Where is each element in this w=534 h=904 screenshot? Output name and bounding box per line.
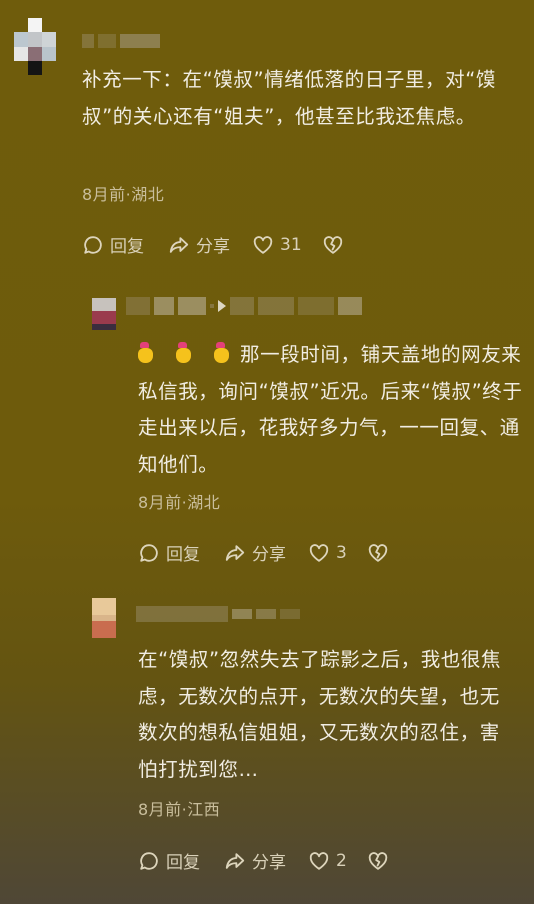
share-label: 分享: [252, 853, 286, 873]
share-label: 分享: [196, 237, 230, 257]
username[interactable]: [82, 34, 160, 48]
share-icon: [225, 852, 245, 869]
heart-icon: [253, 235, 273, 254]
username[interactable]: [126, 297, 362, 315]
reply-button[interactable]: 回复: [82, 232, 144, 257]
heart-icon: [309, 851, 329, 870]
reply-label: 回复: [110, 237, 144, 257]
broken-heart-icon: [368, 543, 387, 562]
comment-text: 补充一下：在“馍叔”情绪低落的日子里，对“馍叔”的关心还有“姐夫”，他甚至比我还…: [82, 68, 497, 128]
share-button[interactable]: 分享: [224, 848, 286, 873]
comment-text: 在“馍叔”忽然失去了踪影之后，我也很焦虑，无数次的点开，无数次的失望，也无数次的…: [138, 648, 502, 781]
broken-heart-icon: [368, 851, 387, 870]
heart-icon: [309, 543, 329, 562]
reply-icon: [84, 235, 102, 254]
dislike-button[interactable]: [322, 234, 344, 256]
comment-meta: 8月前·湖北: [82, 185, 165, 204]
avatar[interactable]: [92, 298, 116, 330]
like-button[interactable]: 3: [308, 542, 347, 564]
share-label: 分享: [252, 545, 286, 565]
share-icon: [225, 544, 245, 561]
avatar[interactable]: [92, 598, 116, 638]
crossed-fingers-icon: [176, 342, 192, 364]
like-button[interactable]: 2: [308, 850, 347, 872]
action-bar: 回复 分享 2: [138, 848, 389, 873]
share-button[interactable]: 分享: [168, 232, 230, 257]
reply-button[interactable]: 回复: [138, 848, 200, 873]
username[interactable]: [136, 606, 300, 622]
like-count: 3: [336, 542, 347, 563]
comment-meta: 8月前·江西: [138, 800, 221, 819]
reply-icon: [140, 851, 158, 870]
reply-label: 回复: [166, 545, 200, 565]
like-button[interactable]: 31: [252, 234, 302, 256]
avatar[interactable]: [14, 18, 56, 75]
dislike-button[interactable]: [367, 850, 389, 872]
like-count: 31: [280, 234, 302, 255]
comment-body: 那一段时间，铺天盖地的网友来私信我，询问“馍叔”近况。后来“馍叔”终于走出来以后…: [138, 343, 523, 476]
share-button[interactable]: 分享: [224, 540, 286, 565]
action-bar: 回复 分享 3: [138, 540, 389, 565]
reply-button[interactable]: 回复: [138, 540, 200, 565]
comment-text: 那一段时间，铺天盖地的网友来私信我，询问“馍叔”近况。后来“馍叔”终于走出来以后…: [138, 337, 524, 483]
like-count: 2: [336, 850, 347, 871]
crossed-fingers-icon: [138, 342, 154, 364]
reply-icon: [140, 543, 158, 562]
action-bar: 回复 分享 31: [82, 232, 344, 257]
dislike-button[interactable]: [367, 542, 389, 564]
broken-heart-icon: [323, 235, 342, 254]
crossed-fingers-icon: [214, 342, 230, 364]
comment-meta: 8月前·湖北: [138, 493, 221, 512]
reply-label: 回复: [166, 853, 200, 873]
share-icon: [169, 236, 189, 253]
